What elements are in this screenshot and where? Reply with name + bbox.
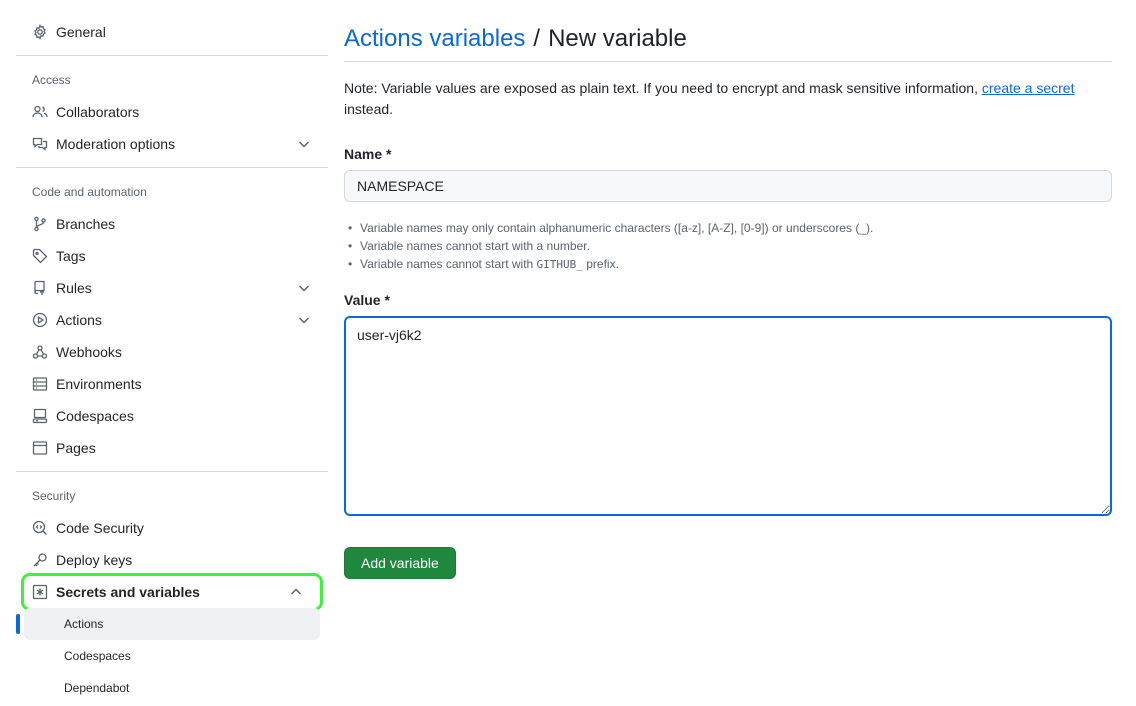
sidebar-subitem-actions[interactable]: Actions — [16, 608, 320, 640]
breadcrumb-current: New variable — [548, 24, 687, 52]
webhook-icon — [32, 344, 48, 360]
codescan-icon — [32, 520, 48, 536]
hint-text: Variable names cannot start with — [360, 257, 534, 271]
sidebar-item-label: Webhooks — [56, 344, 122, 360]
sidebar-item-secrets-and-variables[interactable]: Secrets and variables — [21, 573, 323, 611]
sidebar-item-label: Secrets and variables — [56, 584, 200, 600]
sidebar-subitem-label: Actions — [64, 617, 104, 631]
main-content: Actions variables / New variable Note: V… — [344, 16, 1112, 579]
hint-code: GITHUB_ — [536, 258, 583, 271]
sidebar-item-label: Moderation options — [56, 136, 176, 152]
comment-discussion-icon — [32, 136, 48, 152]
sidebar-item-code-security[interactable]: Code Security — [16, 512, 328, 544]
sidebar-item-moderation-options[interactable]: Moderation options — [16, 128, 328, 160]
chevron-up-icon[interactable] — [288, 584, 304, 600]
sidebar-item-label: Environments — [56, 376, 142, 392]
sidebar-divider — [16, 167, 328, 168]
sidebar-item-rules[interactable]: Rules — [16, 272, 328, 304]
hint-suffix: prefix. — [586, 257, 619, 271]
sidebar-item-label: Tags — [56, 248, 86, 264]
section-heading-security: Security — [32, 489, 76, 503]
sidebar-item-label: Branches — [56, 216, 116, 232]
sidebar-divider — [16, 55, 328, 56]
sidebar-item-deploy-keys[interactable]: Deploy keys — [16, 544, 328, 576]
add-variable-button[interactable]: Add variable — [344, 547, 456, 579]
git-branch-icon — [32, 216, 48, 232]
sidebar-item-label: Codespaces — [56, 408, 134, 424]
gear-icon — [32, 24, 48, 40]
page-title: Actions variables / New variable — [344, 16, 1112, 62]
sidebar-item-webhooks[interactable]: Webhooks — [16, 336, 328, 368]
active-indicator — [16, 614, 20, 634]
sidebar-item-branches[interactable]: Branches — [16, 208, 328, 240]
sidebar-item-collaborators[interactable]: Collaborators — [16, 96, 328, 128]
sidebar-item-pages[interactable]: Pages — [16, 432, 328, 464]
sidebar-item-codespaces[interactable]: Codespaces — [16, 400, 328, 432]
value-field[interactable]: user-vj6k2 — [344, 316, 1112, 516]
repo-push-icon — [32, 280, 48, 296]
sidebar-item-label: Deploy keys — [56, 552, 133, 568]
asterisk-icon — [32, 584, 48, 600]
sidebar-subitem-dependabot[interactable]: Dependabot — [24, 672, 320, 704]
value-label: Value * — [344, 292, 390, 308]
create-secret-link[interactable]: create a secret — [982, 80, 1075, 96]
browser-icon — [32, 440, 48, 456]
sidebar-item-label: Actions — [56, 312, 102, 328]
sidebar-item-label: Collaborators — [56, 104, 140, 120]
sidebar-subitem-label: Codespaces — [64, 649, 131, 663]
hint-item: Variable names cannot start with a numbe… — [344, 237, 1112, 255]
section-heading-code-automation: Code and automation — [32, 185, 147, 199]
hint-item: Variable names may only contain alphanum… — [344, 219, 1112, 237]
server-icon — [32, 376, 48, 392]
sidebar-item-general[interactable]: General — [16, 16, 328, 48]
codespaces-icon — [32, 408, 48, 424]
key-icon — [32, 552, 48, 568]
hint-item: Variable names cannot start with GITHUB_… — [344, 255, 1112, 274]
breadcrumb-separator: / — [533, 24, 541, 52]
chevron-down-icon[interactable] — [296, 280, 312, 296]
tag-icon — [32, 248, 48, 264]
name-field[interactable] — [344, 170, 1112, 202]
sidebar-subitem-codespaces[interactable]: Codespaces — [24, 640, 320, 672]
sidebar-divider — [16, 471, 328, 472]
note-suffix: instead. — [344, 101, 394, 117]
sidebar-item-tags[interactable]: Tags — [16, 240, 328, 272]
play-icon — [32, 312, 48, 328]
chevron-down-icon[interactable] — [296, 312, 312, 328]
plain-text-note: Note: Variable values are exposed as pla… — [344, 78, 1112, 120]
sidebar-item-label: Code Security — [56, 520, 144, 536]
breadcrumb-actions-variables-link[interactable]: Actions variables — [344, 25, 525, 53]
note-text: Note: Variable values are exposed as pla… — [344, 80, 978, 96]
sidebar-item-environments[interactable]: Environments — [16, 368, 328, 400]
sidebar-item-label: Rules — [56, 280, 92, 296]
people-icon — [32, 104, 48, 120]
chevron-down-icon[interactable] — [296, 136, 312, 152]
name-label: Name * — [344, 146, 392, 162]
section-heading-access: Access — [32, 73, 71, 87]
sidebar-item-actions[interactable]: Actions — [16, 304, 328, 336]
sidebar-item-label: Pages — [56, 440, 96, 456]
sidebar-subitem-label: Dependabot — [64, 681, 130, 695]
settings-sidebar: General Access Collaborators Moderation … — [16, 16, 328, 704]
name-hints-list: Variable names may only contain alphanum… — [344, 219, 1112, 274]
sidebar-item-label: General — [56, 24, 106, 40]
